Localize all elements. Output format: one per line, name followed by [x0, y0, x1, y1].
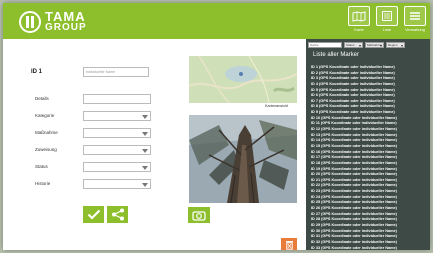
header-bar: TAMA GROUP Karte Liste Verwaltung	[3, 3, 430, 39]
list-item[interactable]: ID 33 (GPS Koordinate oder individueller…	[311, 246, 429, 251]
details-label: Details	[35, 96, 49, 101]
category-label: Kategorie	[35, 113, 55, 118]
nav-admin-label: Verwaltung	[405, 27, 425, 32]
checkmark-icon	[87, 209, 100, 220]
marker-list: ID 1 (GPS Koordinate oder individueller …	[311, 65, 429, 250]
brand-name: TAMA	[45, 9, 86, 24]
marker-form: ID 1 Individueller Name Details Kategori…	[3, 39, 303, 250]
chevron-down-icon	[142, 183, 148, 187]
nav-map-button[interactable]: Karte	[348, 6, 370, 32]
history-label: Historie	[35, 181, 51, 186]
assignment-label: Zuweisung	[35, 147, 57, 152]
details-input[interactable]	[83, 94, 151, 104]
marker-name-input[interactable]: Individueller Name	[83, 67, 149, 77]
marker-photo	[189, 115, 297, 203]
nav-list-button[interactable]: Liste	[376, 6, 398, 32]
list-icon	[376, 6, 398, 26]
marker-id-label: ID 1	[31, 69, 43, 75]
measure-label: Maßnahme	[35, 130, 58, 135]
map-caption: Kartenansicht	[265, 104, 289, 108]
delete-button[interactable]	[281, 238, 297, 250]
filter-bar: Suche Status Maßnahme Region	[308, 42, 405, 48]
share-button[interactable]	[107, 206, 128, 223]
region-filter[interactable]: Region	[386, 42, 405, 48]
chevron-down-icon	[142, 149, 148, 153]
logo-mark-icon	[19, 11, 41, 33]
tree-photo-graphic	[189, 115, 297, 203]
main-nav: Karte Liste Verwaltung	[348, 6, 426, 32]
marker-list-panel: Suche Status Maßnahme Region Liste aller…	[306, 39, 430, 250]
map-graphic	[189, 56, 297, 103]
measure-filter[interactable]: Maßnahme	[365, 42, 384, 48]
category-select[interactable]	[83, 111, 151, 121]
brand-subname: GROUP	[45, 22, 87, 33]
camera-button[interactable]	[188, 207, 210, 223]
chevron-down-icon	[142, 166, 148, 170]
menu-icon	[404, 6, 426, 26]
map-icon	[348, 6, 370, 26]
search-input[interactable]: Suche	[308, 42, 342, 48]
status-select[interactable]	[83, 162, 151, 172]
chevron-down-icon	[142, 132, 148, 136]
measure-select[interactable]	[83, 128, 151, 138]
trash-icon	[285, 241, 293, 250]
nav-list-label: Liste	[382, 27, 392, 32]
app-window: TAMA GROUP Karte Liste Verwaltung ID 1 I…	[3, 3, 430, 250]
nav-admin-button[interactable]: Verwaltung	[404, 6, 426, 32]
status-label: Status	[35, 164, 48, 169]
camera-icon	[192, 210, 206, 221]
map-preview[interactable]	[189, 56, 297, 103]
save-button[interactable]	[83, 206, 104, 223]
status-filter[interactable]: Status	[344, 42, 363, 48]
chevron-down-icon	[142, 115, 148, 119]
brand-logo: TAMA GROUP	[19, 10, 87, 34]
marker-list-title: Liste aller Marker	[313, 52, 360, 58]
nav-map-label: Karte	[354, 27, 364, 32]
assignment-select[interactable]	[83, 145, 151, 155]
history-select[interactable]	[83, 179, 151, 189]
share-icon	[111, 208, 124, 221]
